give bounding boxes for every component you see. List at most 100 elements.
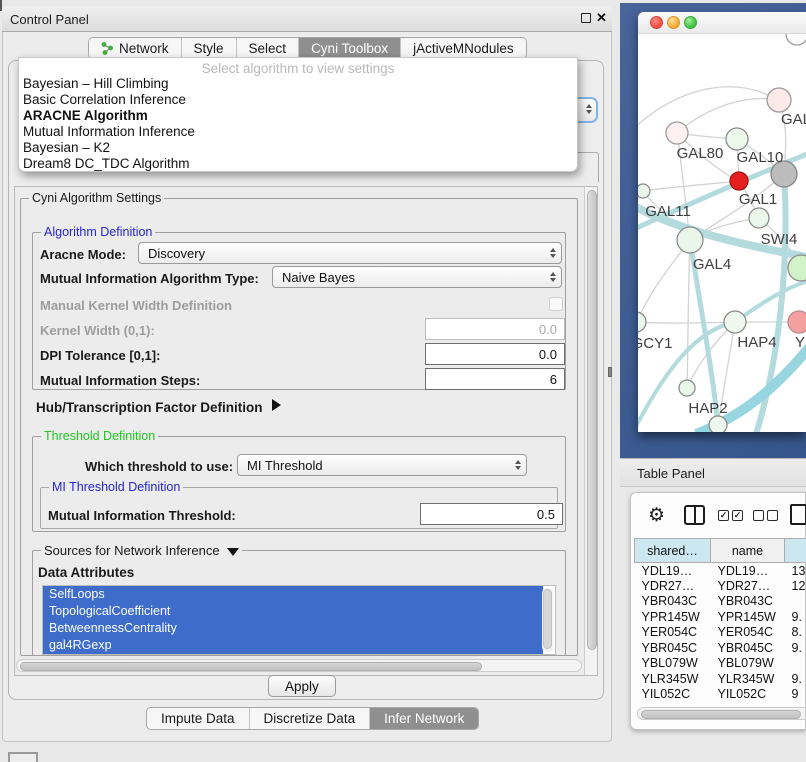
cell[interactable]: YER054C <box>711 625 785 641</box>
tab-impute-data[interactable]: Impute Data <box>147 708 250 729</box>
node-gal11[interactable] <box>638 184 650 198</box>
cell[interactable] <box>785 656 806 672</box>
kernel-width-field[interactable]: 0.0 <box>425 318 565 340</box>
list-item[interactable]: SelfLoops <box>43 586 543 603</box>
tab-jactivemnodules[interactable]: jActiveMNodules <box>401 38 526 58</box>
expand-arrow-icon[interactable] <box>272 399 281 411</box>
mi-threshold-field[interactable]: 0.5 <box>420 503 563 525</box>
column-header-partial[interactable]: A <box>785 539 806 563</box>
zoom-window-icon[interactable] <box>684 16 697 29</box>
node-gcy1[interactable] <box>638 312 646 332</box>
cell[interactable]: 8. <box>785 625 806 641</box>
settings-horizontal-scrollbar-thumb[interactable] <box>20 662 482 671</box>
cell[interactable]: YBR045C <box>635 640 711 656</box>
tab-infer-network[interactable]: Infer Network <box>370 708 478 729</box>
menu-item-bayesian-hill-climbing[interactable]: Bayesian – Hill Climbing <box>19 76 577 92</box>
column-header-name[interactable]: name <box>711 539 785 563</box>
deselect-all-checkboxes-icon[interactable] <box>753 510 778 521</box>
network-canvas[interactable]: GAL GAL80 GAL10 GAL11 GAL1 SWI4 GAL4 GCY… <box>638 34 806 432</box>
tab-select[interactable]: Select <box>237 38 300 58</box>
table-horizontal-scrollbar[interactable] <box>637 707 806 720</box>
network-window-titlebar[interactable] <box>638 12 806 34</box>
table-row[interactable]: YBR045CYBR045C9. <box>635 640 806 656</box>
minimize-window-icon[interactable] <box>667 16 680 29</box>
node-table[interactable]: shared… name A YDL19…YDL19…13 YDR27…YDR2… <box>634 538 806 704</box>
float-panel-icon[interactable] <box>581 13 591 23</box>
cell[interactable]: 9. <box>785 640 806 656</box>
data-attributes-list[interactable]: SelfLoops TopologicalCoefficient Between… <box>42 585 556 655</box>
table-row[interactable]: YBL079WYBL079W <box>635 656 806 672</box>
cell[interactable]: YPR145W <box>711 609 785 625</box>
cell[interactable]: YBR043C <box>711 594 785 610</box>
node-hap4[interactable] <box>724 311 746 333</box>
list-item[interactable]: BetweennessCentrality <box>43 620 543 637</box>
tab-network[interactable]: Network <box>89 38 182 58</box>
node-partial-bottom[interactable] <box>709 416 727 432</box>
node-gal1[interactable] <box>749 208 769 228</box>
menu-item-basic-correlation[interactable]: Basic Correlation Inference <box>19 92 577 108</box>
cell[interactable]: 9. <box>785 671 806 687</box>
cell[interactable]: YIL052C <box>635 687 711 703</box>
attributes-list-scrollbar[interactable] <box>542 588 553 652</box>
cell[interactable]: 12 <box>785 578 806 594</box>
cell[interactable] <box>785 594 806 610</box>
apply-button[interactable]: Apply <box>268 675 336 697</box>
node-gal-partial[interactable] <box>767 88 791 112</box>
tab-cyni-toolbox[interactable]: Cyni Toolbox <box>299 38 401 58</box>
cell[interactable]: 9. <box>785 609 806 625</box>
table-row[interactable]: YLR345WYLR345W9. <box>635 671 806 687</box>
cell[interactable]: 9 <box>785 687 806 703</box>
collapse-arrow-icon[interactable] <box>227 548 239 556</box>
cell[interactable]: YDR27… <box>711 578 785 594</box>
cell[interactable]: YPR145W <box>635 609 711 625</box>
menu-item-bayesian-k2[interactable]: Bayesian – K2 <box>19 140 577 156</box>
column-header-shared-name[interactable]: shared… <box>635 539 711 563</box>
cell[interactable]: YDL19… <box>635 563 711 579</box>
cell[interactable]: YDR27… <box>635 578 711 594</box>
node-hap2[interactable] <box>679 380 695 396</box>
cell[interactable]: YBR043C <box>635 594 711 610</box>
cell[interactable]: YIL052C <box>711 687 785 703</box>
node-gal10[interactable] <box>726 128 748 150</box>
settings-horizontal-scrollbar[interactable] <box>16 659 582 672</box>
table-row[interactable]: YER054CYER054C8. <box>635 625 806 641</box>
table-row[interactable]: YIL052CYIL052C9 <box>635 687 806 703</box>
table-row[interactable]: YBR043CYBR043C <box>635 594 806 610</box>
attributes-list-scrollbar-thumb[interactable] <box>543 589 552 649</box>
node-gal80[interactable] <box>666 122 688 144</box>
table-row[interactable]: YPR145WYPR145W9. <box>635 609 806 625</box>
node-green-right[interactable] <box>788 255 806 281</box>
settings-vertical-scrollbar[interactable] <box>584 187 597 675</box>
select-all-checkboxes-icon[interactable]: ✓✓ <box>718 510 743 521</box>
cell[interactable]: YBL079W <box>635 656 711 672</box>
cell[interactable]: YBL079W <box>711 656 785 672</box>
cell[interactable]: YDL19… <box>711 563 785 579</box>
mi-steps-field[interactable]: 6 <box>425 368 565 390</box>
menu-item-dream8[interactable]: Dream8 DC_TDC Algorithm <box>19 156 577 172</box>
cell[interactable]: 13 <box>785 563 806 579</box>
node-red-selected[interactable] <box>730 172 748 190</box>
panel-splitter-handle[interactable] <box>608 367 612 377</box>
cell[interactable]: YER054C <box>635 625 711 641</box>
columns-icon[interactable] <box>684 505 705 525</box>
minimized-panel-icon[interactable] <box>8 752 38 762</box>
inference-algorithm-combo-fragment[interactable] <box>577 97 598 123</box>
mi-algorithm-type-combo[interactable]: Naive Bayes <box>272 266 562 288</box>
manual-kernel-width-checkbox[interactable] <box>549 297 563 311</box>
which-threshold-combo[interactable]: MI Threshold <box>237 454 527 476</box>
close-panel-icon[interactable]: ✕ <box>596 10 607 26</box>
table-row[interactable]: YDL19…YDL19…13 <box>635 563 806 579</box>
menu-item-mutual-information[interactable]: Mutual Information Inference <box>19 124 577 140</box>
menu-item-aracne[interactable]: ARACNE Algorithm <box>19 108 577 124</box>
node-gal4[interactable] <box>677 227 703 253</box>
list-item[interactable]: gal4RGexp <box>43 637 543 654</box>
node-salmon-right[interactable] <box>788 311 806 333</box>
settings-vertical-scrollbar-thumb[interactable] <box>587 190 597 650</box>
gear-icon[interactable]: ⚙ <box>648 504 665 527</box>
cell[interactable]: YBR045C <box>711 640 785 656</box>
close-window-icon[interactable] <box>650 16 663 29</box>
export-table-icon[interactable] <box>790 504 806 525</box>
node-partial-top[interactable] <box>786 34 806 45</box>
table-row[interactable]: YDR27…YDR27…12 <box>635 578 806 594</box>
tab-discretize-data[interactable]: Discretize Data <box>250 708 371 729</box>
